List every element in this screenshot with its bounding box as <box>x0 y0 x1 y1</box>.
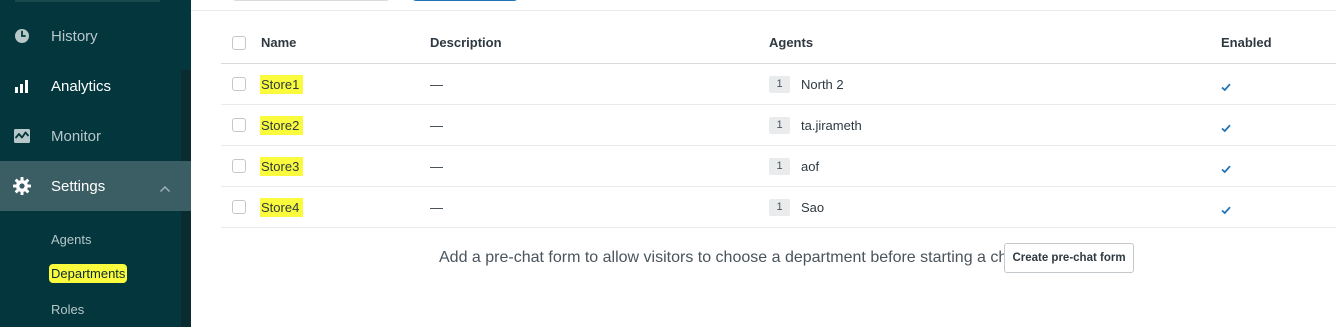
department-description: — <box>430 199 443 215</box>
sidebar-item-label: Monitor <box>51 127 102 145</box>
clock-icon <box>12 26 32 46</box>
agent-count-badge: 1 <box>769 198 790 216</box>
department-name[interactable]: Store2 <box>260 115 304 135</box>
department-name-cell: Store1 <box>260 64 304 104</box>
checkmark-icon <box>1221 124 1231 132</box>
department-name[interactable]: Store3 <box>260 156 304 176</box>
sidebar-item-label: History <box>51 27 98 45</box>
enabled-cell <box>1221 146 1231 186</box>
enabled-cell <box>1221 105 1231 145</box>
sidebar-subitem-departments[interactable]: Departments <box>51 266 126 281</box>
chevron-up-icon[interactable] <box>159 180 171 197</box>
search-input[interactable] <box>232 0 390 1</box>
row-checkbox[interactable] <box>232 200 246 214</box>
row-checkbox-cell <box>232 64 246 104</box>
row-checkbox-cell <box>232 187 246 227</box>
row-checkbox[interactable] <box>232 159 246 173</box>
table-header-row: Name Description Agents Enabled <box>221 22 1336 64</box>
sidebar-item-label: Analytics <box>51 77 112 95</box>
department-name-cell: Store4 <box>260 187 304 227</box>
gear-icon <box>12 176 32 196</box>
checkmark-icon <box>1221 83 1231 91</box>
app-root: History Analytics Monitor Settings Agent… <box>0 0 1336 327</box>
header-divider <box>191 10 1336 11</box>
agent-count-badge: 1 <box>769 157 790 175</box>
column-header-name[interactable]: Name <box>261 22 296 63</box>
agent-name: North 2 <box>801 76 844 92</box>
agent-count-badge: 1 <box>769 116 790 134</box>
enabled-cell <box>1221 187 1231 227</box>
agent-name: ta.jirameth <box>801 117 862 133</box>
row-checkbox[interactable] <box>232 118 246 132</box>
checkmark-icon <box>1221 206 1231 214</box>
departments-table: Name Description Agents Enabled Store1 —… <box>221 22 1336 228</box>
checkmark-icon <box>1221 165 1231 173</box>
agent-name: Sao <box>801 199 825 215</box>
primary-button[interactable] <box>412 0 518 1</box>
table-row[interactable]: Store3 — 1 aof <box>221 146 1336 187</box>
sidebar-item-analytics[interactable]: Analytics <box>0 61 181 111</box>
department-name-cell: Store3 <box>260 146 304 186</box>
column-header-agents[interactable]: Agents <box>769 22 813 63</box>
department-agents-cell: 1 North 2 <box>769 64 844 104</box>
sidebar: History Analytics Monitor Settings Agent… <box>0 0 191 327</box>
department-agents-cell: 1 Sao <box>769 187 824 227</box>
table-row[interactable]: Store1 — 1 North 2 <box>221 64 1336 105</box>
sidebar-item-monitor[interactable]: Monitor <box>0 111 181 161</box>
row-checkbox[interactable] <box>232 77 246 91</box>
department-name-cell: Store2 <box>260 105 304 145</box>
bar-chart-icon <box>12 76 32 96</box>
row-checkbox-cell <box>232 146 246 186</box>
table-row[interactable]: Store2 — 1 ta.jirameth <box>221 105 1336 146</box>
sidebar-subitem-roles[interactable]: Roles <box>51 302 84 317</box>
column-header-description[interactable]: Description <box>430 22 502 63</box>
enabled-cell <box>1221 64 1231 104</box>
agent-name: aof <box>801 158 820 174</box>
create-prechat-form-button[interactable]: Create pre-chat form <box>1004 243 1134 273</box>
sidebar-divider <box>15 0 160 2</box>
sidebar-item-settings[interactable]: Settings <box>0 161 191 211</box>
department-description: — <box>430 117 443 133</box>
header-checkbox-cell <box>232 22 246 63</box>
department-agents-cell: 1 aof <box>769 146 819 186</box>
department-name[interactable]: Store4 <box>260 197 304 217</box>
department-name[interactable]: Store1 <box>260 74 304 94</box>
sidebar-item-history[interactable]: History <box>0 11 181 61</box>
department-description: — <box>430 76 443 92</box>
department-description: — <box>430 158 443 174</box>
agent-count-badge: 1 <box>769 75 790 93</box>
pulse-icon <box>12 126 32 146</box>
sidebar-item-label: Settings <box>51 177 106 195</box>
prechat-message: Add a pre-chat form to allow visitors to… <box>439 249 1026 266</box>
row-checkbox-cell <box>232 105 246 145</box>
sidebar-subitem-agents[interactable]: Agents <box>51 232 91 247</box>
department-agents-cell: 1 ta.jirameth <box>769 105 862 145</box>
column-header-enabled[interactable]: Enabled <box>1221 22 1272 63</box>
table-row[interactable]: Store4 — 1 Sao <box>221 187 1336 228</box>
select-all-checkbox[interactable] <box>232 35 246 50</box>
